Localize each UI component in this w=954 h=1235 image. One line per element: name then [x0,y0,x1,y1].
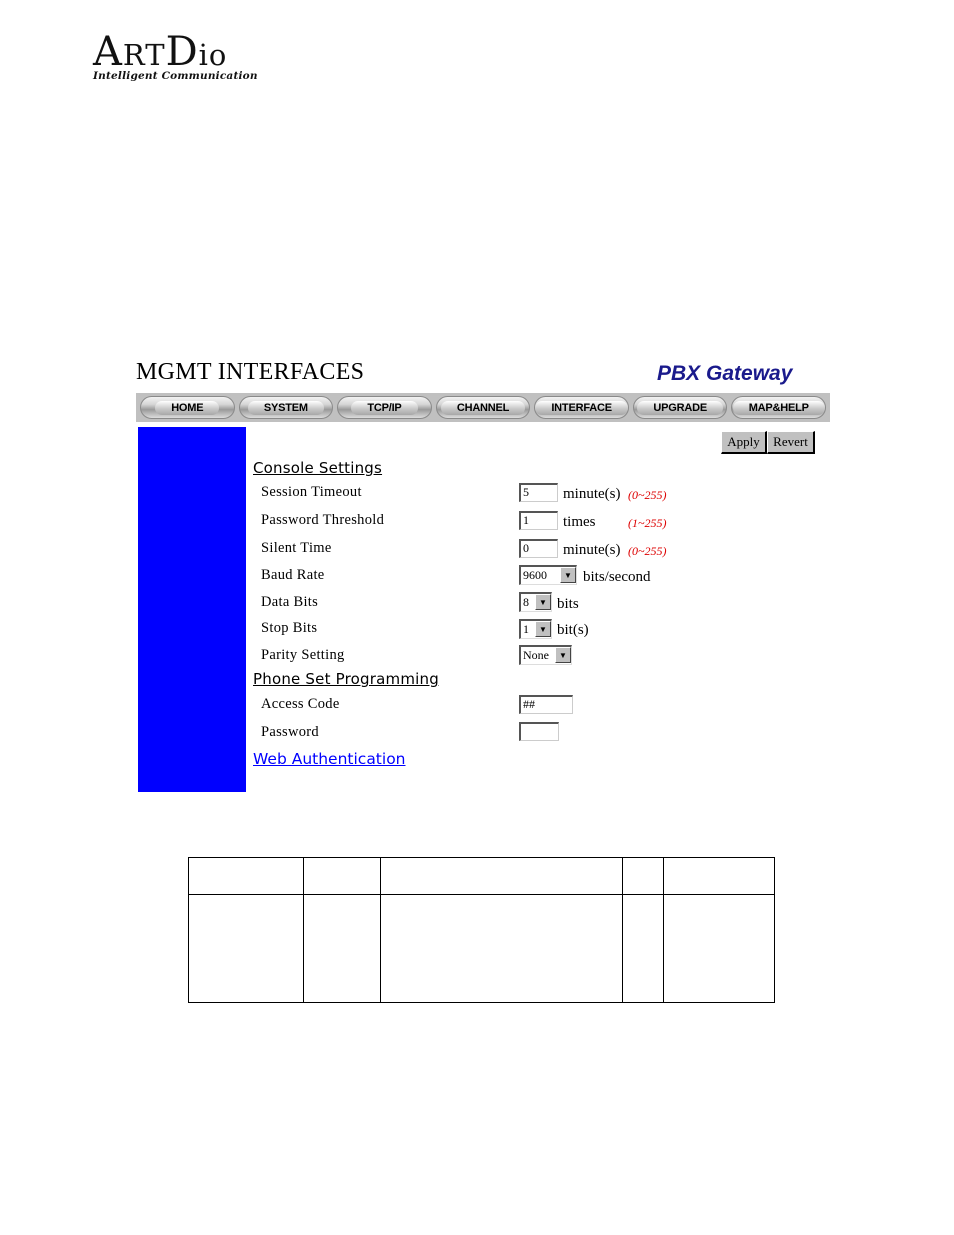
chevron-down-icon[interactable]: ▼ [535,621,551,637]
baud-rate-unit: bits/second [583,569,651,585]
main-nav: HOME SYSTEM TCP/IP CHANNEL INTERFACE UPG… [136,393,830,422]
session-timeout-input[interactable]: 5 [519,483,558,502]
nav-system[interactable]: SYSTEM [238,396,334,419]
table-cell [622,894,665,1003]
parity-value: None [523,648,549,662]
document-table [188,857,775,1003]
access-code-input[interactable]: ## [519,695,573,714]
table-cell [379,894,624,1003]
nav-tcpip[interactable]: TCP/IP [337,396,432,419]
parity-select[interactable]: None ▼ [519,645,572,665]
page-title: MGMT INTERFACES [136,359,365,385]
logo-tagline: Intelligent Communication [93,70,258,82]
data-bits-select[interactable]: 8 ▼ [519,592,552,612]
nav-home[interactable]: HOME [140,396,235,419]
password-threshold-range: (1~255) [628,516,667,530]
data-bits-unit: bits [557,596,579,612]
table-cell [622,857,665,895]
side-panel [138,427,246,792]
stop-bits-select[interactable]: 1 ▼ [519,619,552,639]
baud-rate-select[interactable]: 9600 ▼ [519,565,577,585]
table-cell [302,857,381,895]
table-cell [663,894,775,1003]
nav-maphelp[interactable]: MAP&HELP [731,396,827,419]
baud-rate-label: Baud Rate [261,567,325,583]
table-cell [302,894,381,1003]
table-cell [379,857,624,895]
apply-button[interactable]: Apply [721,431,767,454]
session-timeout-label: Session Timeout [261,484,362,500]
web-authentication-link[interactable]: Web Authentication [253,750,406,768]
silent-time-label: Silent Time [261,540,332,556]
stop-bits-label: Stop Bits [261,620,318,636]
chevron-down-icon[interactable]: ▼ [560,567,576,583]
chevron-down-icon[interactable]: ▼ [555,647,571,663]
table-row [188,894,775,1003]
nav-interface[interactable]: INTERFACE [534,396,629,419]
data-bits-label: Data Bits [261,594,319,610]
session-timeout-unit: minute(s) [563,486,621,502]
password-threshold-label: Password Threshold [261,512,385,528]
table-cell [188,857,304,895]
product-title: PBX Gateway [657,362,793,385]
silent-time-input[interactable]: 0 [519,539,558,558]
stop-bits-unit: bit(s) [557,622,589,638]
stop-bits-value: 1 [523,622,529,636]
silent-time-unit: minute(s) [563,542,621,558]
session-timeout-range: (0~255) [628,488,667,502]
table-cell [188,894,304,1003]
password-threshold-unit: times [563,514,596,530]
nav-channel[interactable]: CHANNEL [435,396,531,419]
parity-label: Parity Setting [261,647,345,663]
chevron-down-icon[interactable]: ▼ [535,594,551,610]
table-row [188,857,775,895]
revert-button[interactable]: Revert [767,431,815,454]
access-code-label: Access Code [261,696,340,712]
nav-upgrade[interactable]: UPGRADE [632,396,728,419]
console-settings-heading: Console Settings [253,459,383,477]
baud-rate-value: 9600 [523,568,547,582]
phone-password-input[interactable] [519,722,559,741]
table-cell [663,857,775,895]
data-bits-value: 8 [523,595,529,609]
artdio-logo: ARTDio Intelligent Communication [93,30,258,86]
silent-time-range: (0~255) [628,544,667,558]
phone-password-label: Password [261,724,319,740]
password-threshold-input[interactable]: 1 [519,511,558,530]
phone-set-heading: Phone Set Programming [253,670,439,688]
